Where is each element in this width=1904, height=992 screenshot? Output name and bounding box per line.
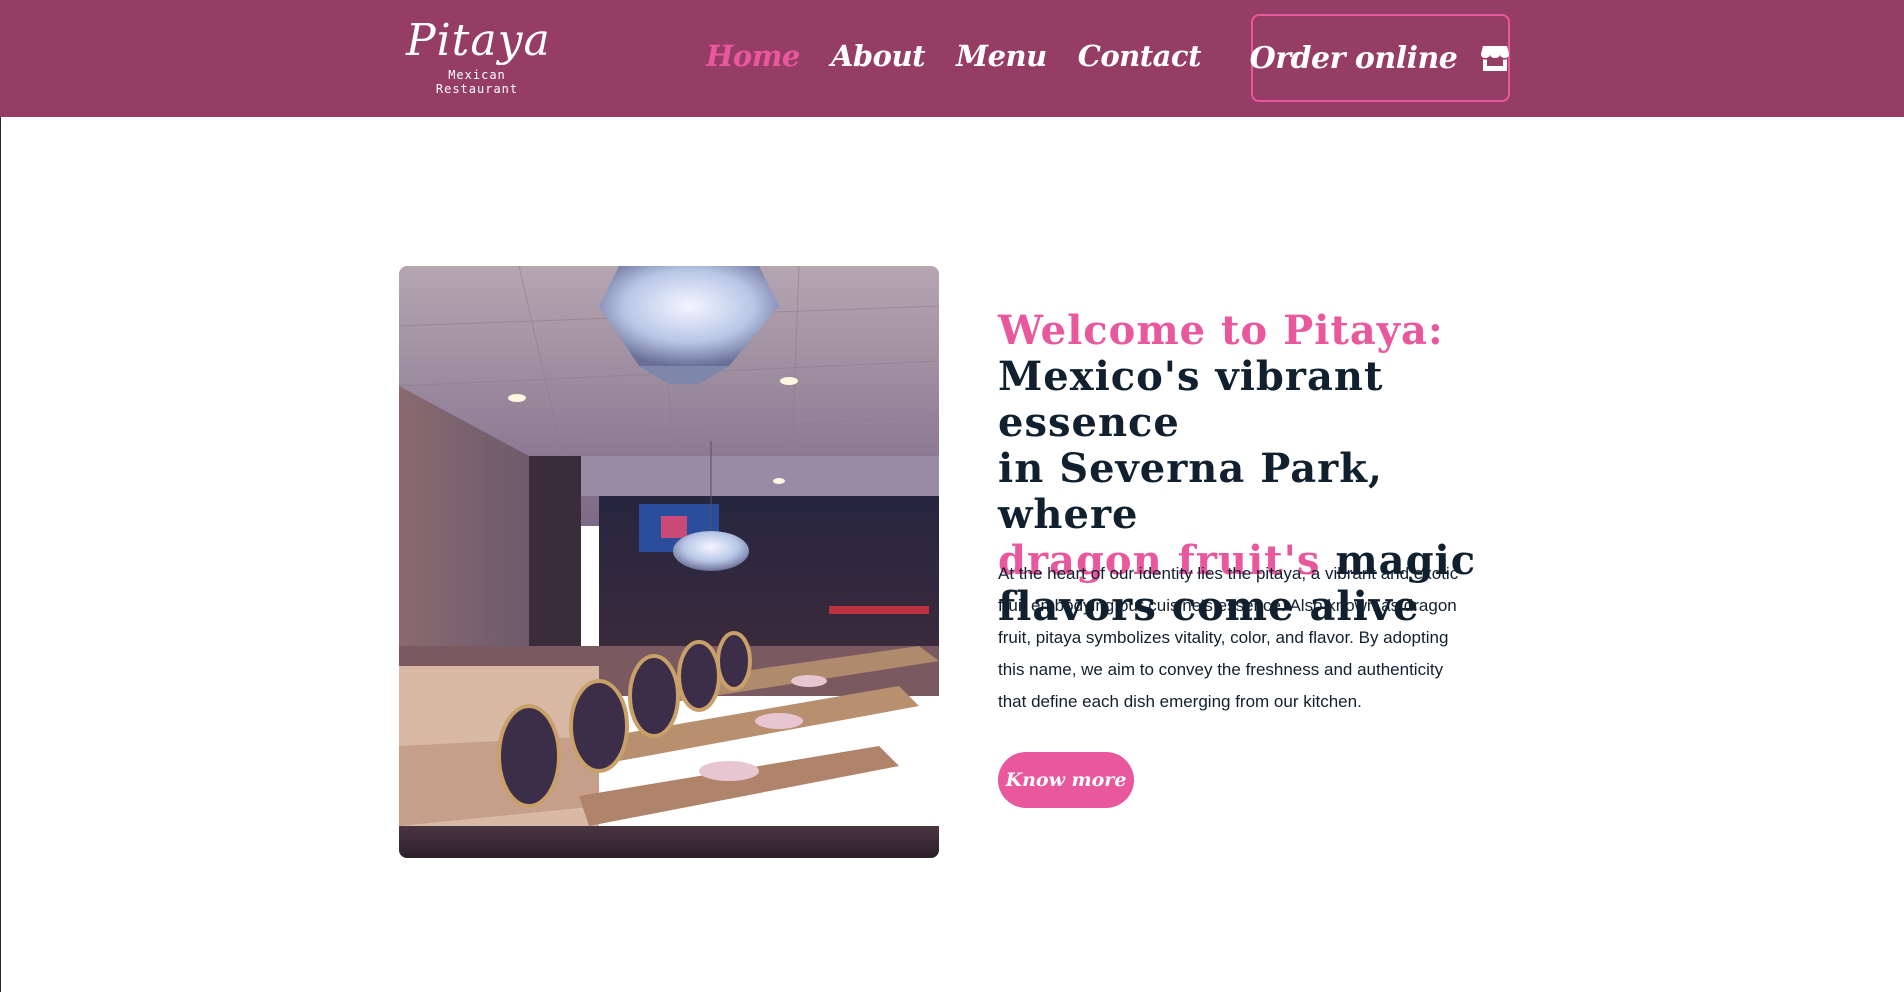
store-icon xyxy=(1479,42,1511,74)
nav-item-home[interactable]: Home xyxy=(706,39,800,73)
hero-heading-line-3: in Severna Park, where xyxy=(998,445,1383,538)
know-more-label: Know more xyxy=(1005,769,1127,791)
brand-tagline: Mexican Restaurant xyxy=(435,68,519,96)
brand-logo[interactable]: Pitaya Mexican Restaurant xyxy=(406,15,551,97)
main-nav: Home About Menu Contact xyxy=(706,33,1232,79)
know-more-button[interactable]: Know more xyxy=(998,752,1134,808)
restaurant-interior-photo xyxy=(399,266,939,858)
site-header: Pitaya Mexican Restaurant Home About Men… xyxy=(0,0,1904,117)
page-edge-divider xyxy=(0,117,1,992)
nav-item-about[interactable]: About xyxy=(831,39,926,73)
order-online-label: Order online xyxy=(1249,40,1458,76)
hero-heading-line-2: Mexico's vibrant essence xyxy=(998,353,1384,446)
hero-heading-welcome: Welcome to Pitaya: xyxy=(998,307,1444,354)
nav-item-contact[interactable]: Contact xyxy=(1078,39,1202,73)
nav-item-menu[interactable]: Menu xyxy=(956,39,1047,73)
brand-name: Pitaya xyxy=(406,15,551,66)
order-online-button[interactable]: Order online xyxy=(1249,14,1511,102)
hero-description: At the heart of our identity lies the pi… xyxy=(998,564,1459,711)
